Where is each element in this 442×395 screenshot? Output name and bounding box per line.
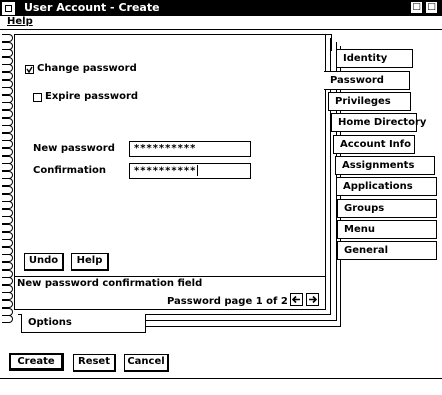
expire-password-checkbox[interactable] [33, 93, 42, 102]
spiral-ring [2, 110, 13, 118]
title-bar: User Account - Create □ □ [0, 0, 442, 16]
spiral-ring [2, 148, 13, 156]
spiral-ring [2, 87, 13, 96]
arrow-right-icon [309, 295, 318, 304]
next-page-button[interactable] [306, 293, 319, 306]
spiral-ring [2, 277, 13, 286]
help-button[interactable]: Help [71, 253, 109, 271]
minimize-button[interactable]: □ [410, 1, 423, 14]
spiral-ring [2, 201, 13, 210]
system-menu-icon[interactable] [2, 2, 15, 15]
menu-help[interactable]: Help [7, 16, 33, 27]
spiral-ring [2, 315, 13, 324]
confirmation-value: ********** [134, 165, 197, 177]
tab-options[interactable]: Options [21, 314, 146, 333]
confirmation-label: Confirmation [33, 165, 107, 176]
spiral-ring [2, 186, 13, 194]
spiral-ring [2, 262, 13, 270]
notebook-spiral [0, 30, 16, 330]
window-title: User Account - Create [24, 1, 160, 14]
expire-password-label: Expire password [45, 91, 139, 102]
tab-general[interactable]: General [337, 241, 437, 260]
maximize-button[interactable]: □ [425, 1, 438, 14]
tab-home-directory[interactable]: Home Directory [331, 113, 426, 132]
spiral-ring [2, 34, 13, 42]
previous-page-button[interactable] [290, 293, 303, 306]
tab-menu[interactable]: Menu [337, 220, 437, 239]
undo-button[interactable]: Undo [24, 253, 64, 271]
status-divider [14, 276, 325, 277]
spiral-ring [2, 224, 13, 232]
tab-account-info[interactable]: Account Info [333, 135, 415, 154]
page-indicator: Password page 1 of 2 [167, 296, 288, 307]
tab-identity[interactable]: Identity [336, 49, 413, 68]
confirmation-field[interactable]: ********** [129, 163, 251, 179]
checkmark-icon [26, 66, 33, 73]
tab-groups[interactable]: Groups [337, 199, 437, 218]
change-password-label: Change password [37, 63, 137, 74]
create-button[interactable]: Create [9, 353, 64, 371]
text-cursor [197, 165, 199, 176]
spiral-ring [2, 49, 13, 58]
change-password-checkbox[interactable] [25, 65, 34, 74]
tab-password[interactable]: Password [324, 71, 410, 90]
tab-assignments[interactable]: Assignments [335, 156, 435, 175]
new-password-field[interactable]: ********** [129, 141, 251, 157]
minimize-icon: □ [412, 2, 421, 12]
tab-applications[interactable]: Applications [337, 177, 437, 196]
arrow-left-icon [291, 295, 300, 304]
tab-privileges[interactable]: Privileges [328, 92, 411, 111]
field-help-message: New password confirmation field [17, 278, 203, 289]
spiral-ring [2, 300, 13, 308]
spiral-ring [2, 125, 13, 134]
new-password-label: New password [33, 143, 115, 154]
spiral-ring [2, 72, 13, 80]
spiral-ring [2, 163, 13, 172]
menu-bar: Help [0, 16, 442, 30]
maximize-icon: □ [427, 2, 436, 12]
window-status-bar [0, 378, 442, 395]
tab-stack-edge [325, 34, 332, 51]
spiral-ring [2, 239, 13, 248]
reset-button[interactable]: Reset [73, 354, 116, 372]
cancel-button[interactable]: Cancel [124, 354, 169, 372]
